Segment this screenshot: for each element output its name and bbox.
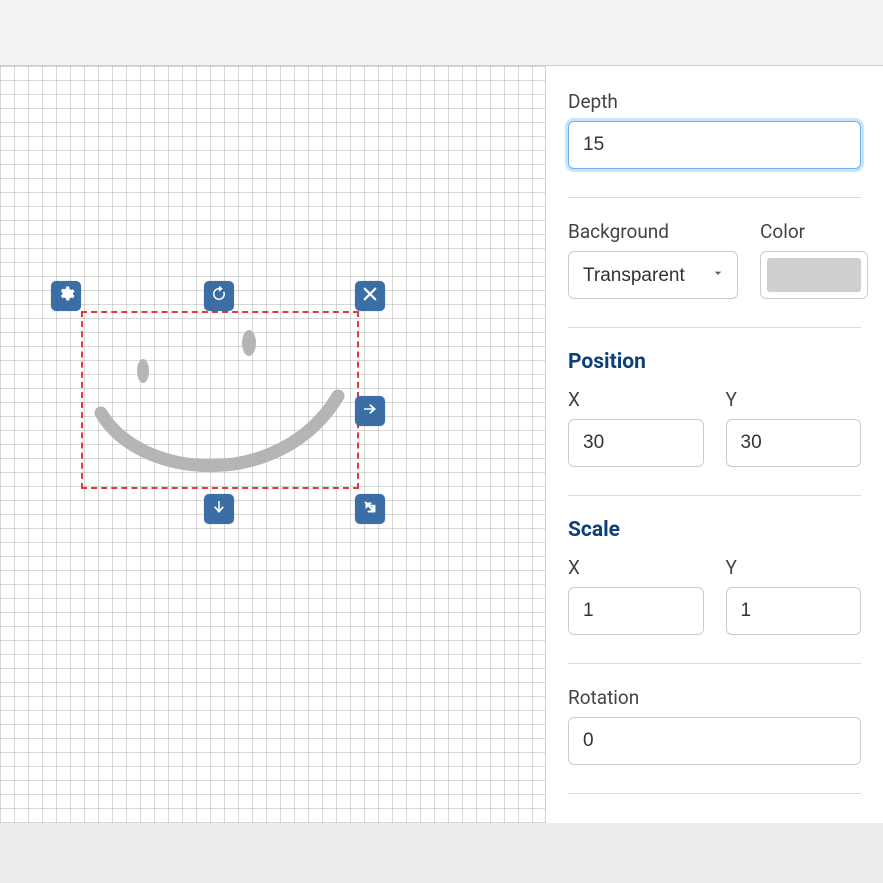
selection-delete-button[interactable] bbox=[355, 281, 385, 311]
gear-icon bbox=[57, 285, 75, 307]
selection-resize-down-handle[interactable] bbox=[204, 494, 234, 524]
position-x-input[interactable] bbox=[568, 419, 704, 467]
scale-y-input[interactable] bbox=[726, 587, 862, 635]
position-y-input[interactable] bbox=[726, 419, 862, 467]
depth-label: Depth bbox=[568, 90, 861, 113]
close-icon bbox=[361, 285, 379, 307]
arrow-right-icon bbox=[361, 400, 379, 422]
scale-y-label: Y bbox=[726, 556, 862, 579]
color-swatch-chip bbox=[767, 258, 861, 292]
background-select[interactable]: Transparent bbox=[568, 251, 738, 299]
rotation-input[interactable] bbox=[568, 717, 861, 765]
background-label: Background bbox=[568, 220, 738, 243]
canvas-area[interactable] bbox=[0, 65, 546, 823]
editor-main: Depth Background Transparent Color bbox=[0, 65, 883, 823]
divider bbox=[568, 663, 861, 664]
divider bbox=[568, 495, 861, 496]
selection-resize-corner-handle[interactable] bbox=[355, 494, 385, 524]
position-y-label: Y bbox=[726, 388, 862, 411]
divider bbox=[568, 793, 861, 794]
divider bbox=[568, 327, 861, 328]
rotate-cw-icon bbox=[210, 285, 228, 307]
scale-title: Scale bbox=[568, 518, 861, 542]
position-x-label: X bbox=[568, 388, 704, 411]
depth-input[interactable] bbox=[568, 121, 861, 169]
canvas-grid bbox=[0, 66, 545, 823]
arrow-down-icon bbox=[210, 498, 228, 520]
selection-resize-right-handle[interactable] bbox=[355, 396, 385, 426]
selection-rotate-button[interactable] bbox=[204, 281, 234, 311]
divider bbox=[568, 197, 861, 198]
selection-settings-button[interactable] bbox=[51, 281, 81, 311]
footer-bar bbox=[0, 823, 883, 883]
properties-panel: Depth Background Transparent Color bbox=[546, 65, 883, 823]
scale-x-input[interactable] bbox=[568, 587, 704, 635]
scale-x-label: X bbox=[568, 556, 704, 579]
color-swatch[interactable] bbox=[760, 251, 868, 299]
rotation-label: Rotation bbox=[568, 686, 861, 709]
toolbar bbox=[0, 0, 883, 65]
color-label: Color bbox=[760, 220, 868, 243]
arrow-diag-icon bbox=[361, 498, 379, 520]
position-title: Position bbox=[568, 350, 861, 374]
